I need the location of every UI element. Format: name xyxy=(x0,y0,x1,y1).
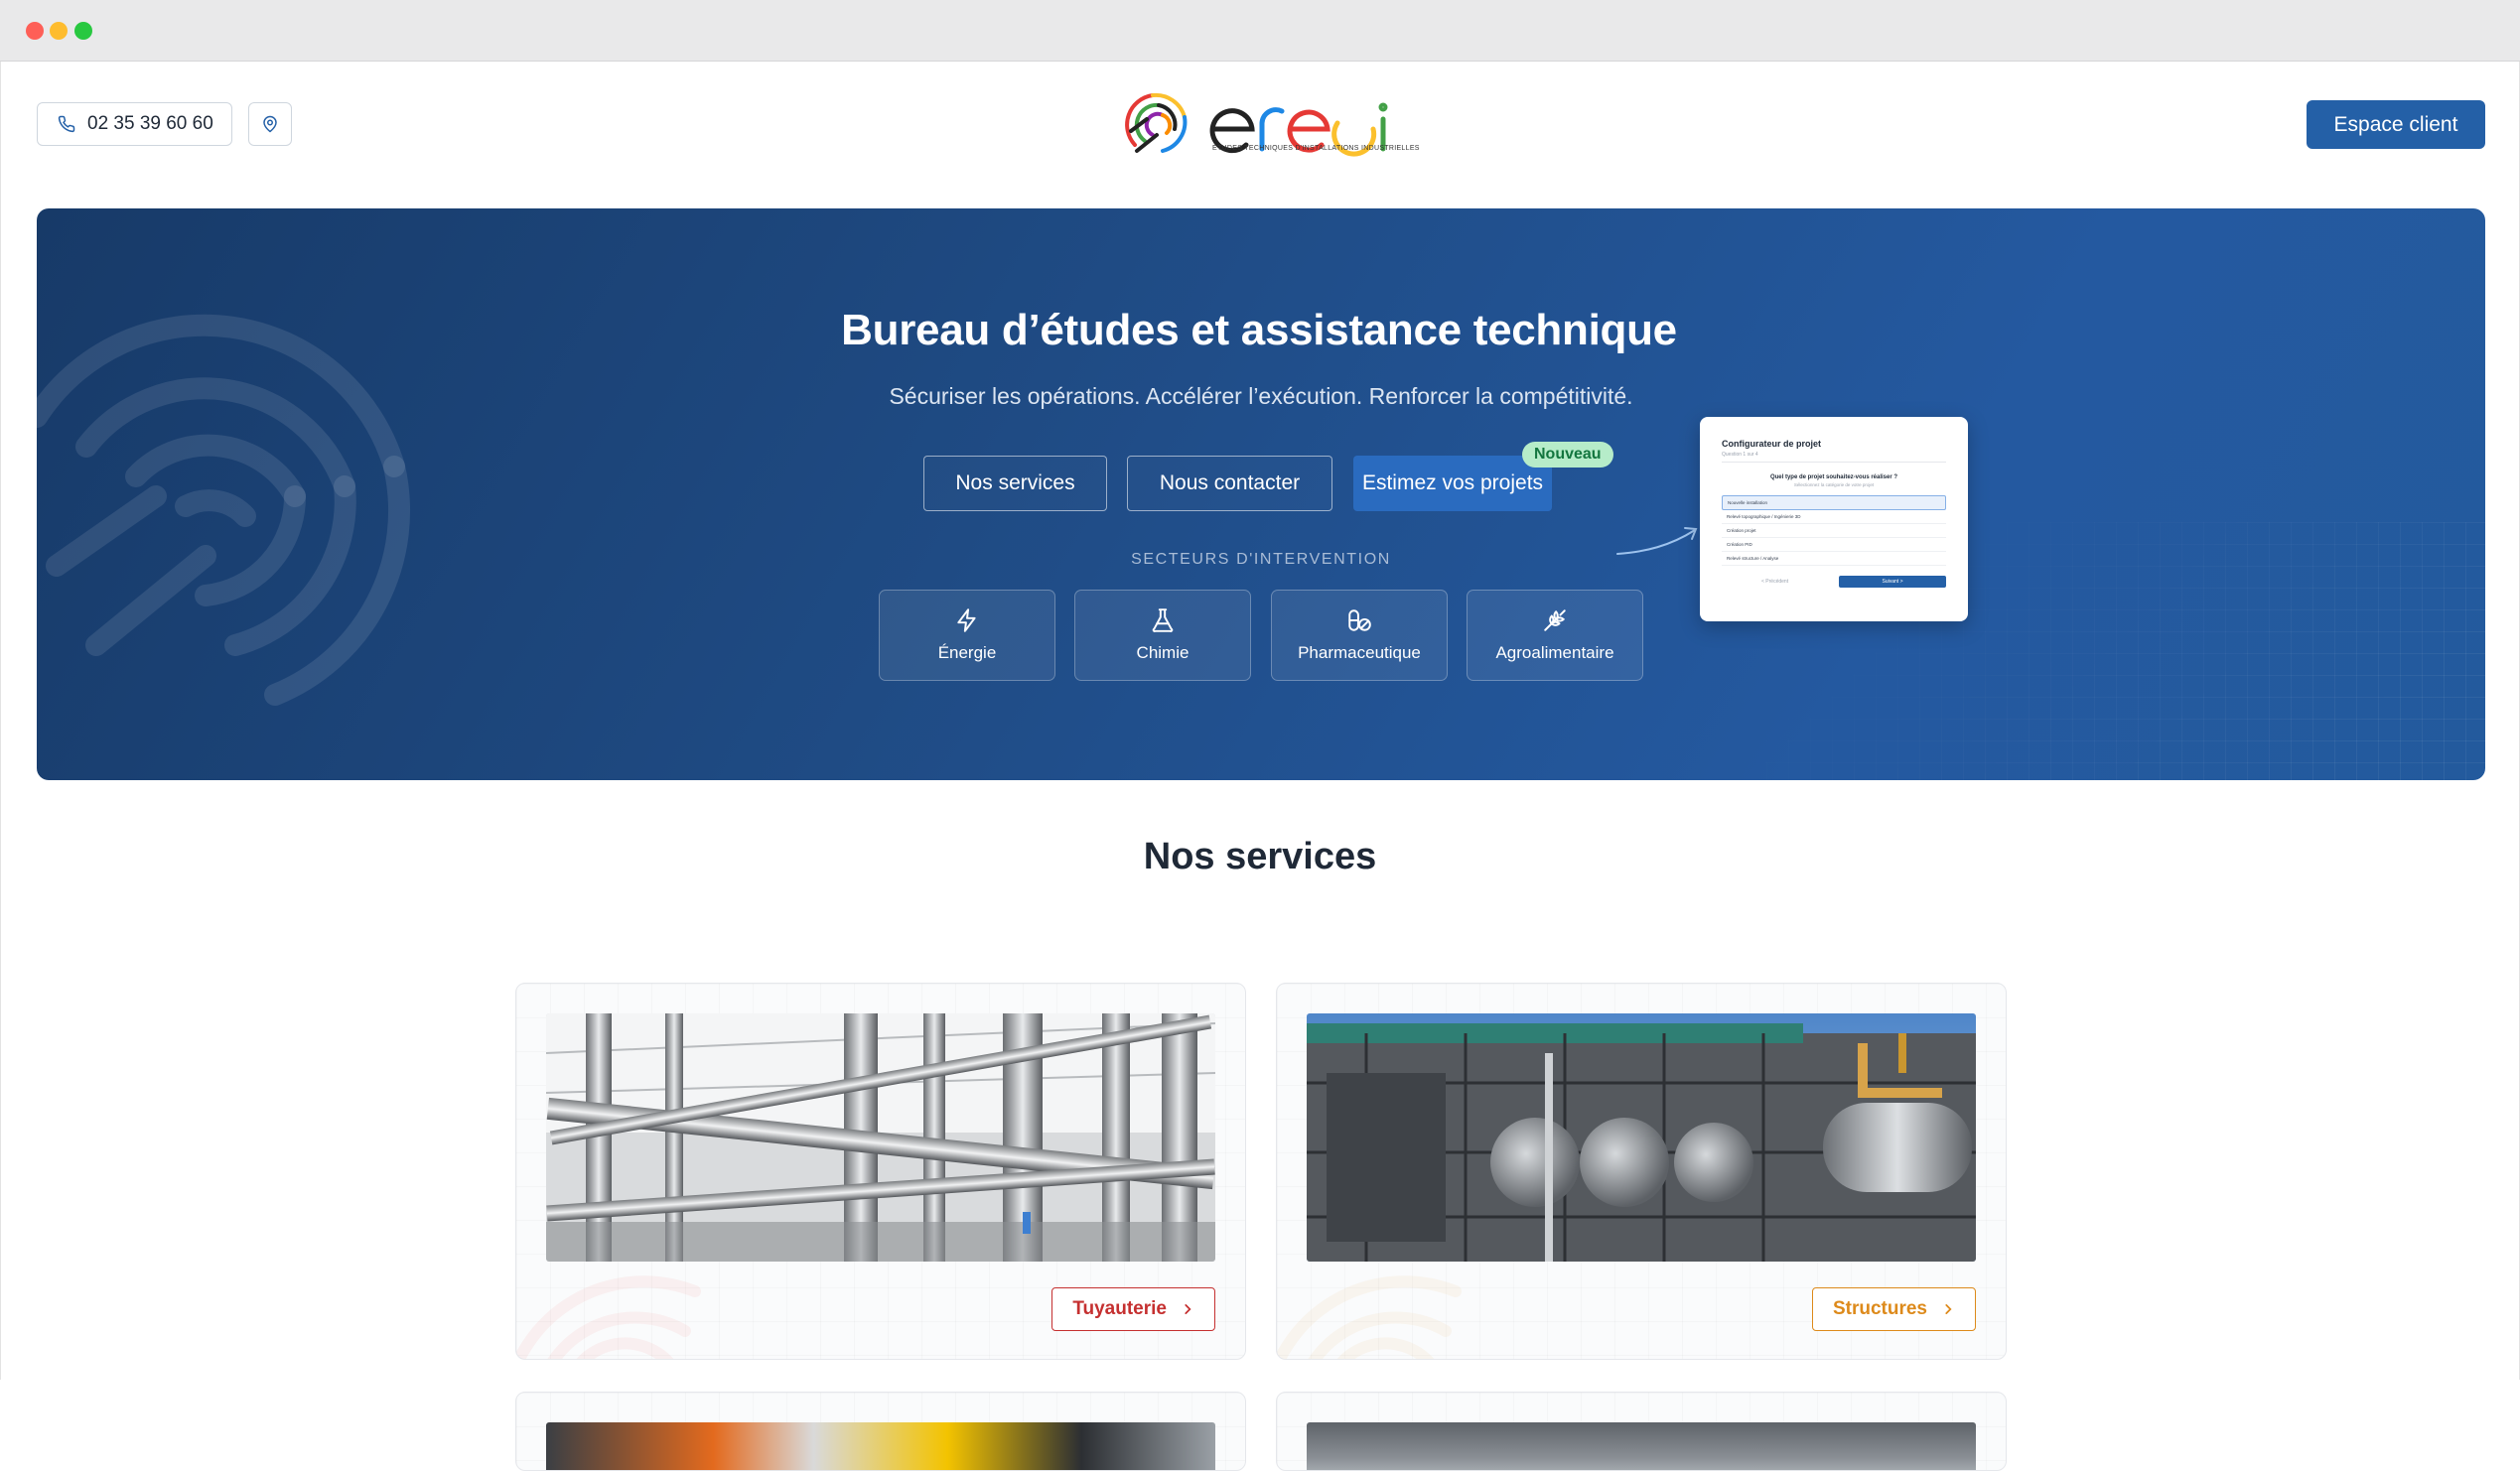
phone-number: 02 35 39 60 60 xyxy=(87,113,213,134)
chevron-right-icon xyxy=(1185,1304,1191,1314)
piping-link-label: Tuyauterie xyxy=(1072,1298,1167,1319)
sector-label: Chimie xyxy=(1136,643,1190,662)
service-card[interactable] xyxy=(1276,1392,2007,1471)
configurator-preview[interactable]: Configurateur de projet Question 1 sur 4… xyxy=(1700,417,1968,621)
our-services-button[interactable]: Nos services xyxy=(923,456,1107,511)
service-card[interactable] xyxy=(515,1392,1246,1471)
configurator-question: Quel type de projet souhaitez-vous réali… xyxy=(1769,474,1898,480)
window-titlebar xyxy=(0,0,2520,62)
configurator-title: Configurateur de projet xyxy=(1722,439,1822,449)
configurator-next[interactable]: Suivant > xyxy=(1839,576,1946,588)
service-card-piping[interactable]: Tuyauterie xyxy=(515,983,1246,1360)
maximize-window-button[interactable] xyxy=(74,22,92,40)
hero-title-text: Bureau d’études et assistance technique xyxy=(841,306,1677,354)
service-photo xyxy=(1307,1422,1976,1470)
service-card-structures[interactable]: Structures xyxy=(1276,983,2007,1360)
page: 02 35 39 60 60 ÉTUDES TECHNIQUES D'INSTA… xyxy=(0,62,2520,1471)
wheat-icon xyxy=(1544,609,1566,631)
configurator-step: Question 1 sur 4 xyxy=(1722,452,1946,463)
structures-link-button[interactable]: Structures xyxy=(1811,1287,1976,1331)
hero-banner: Bureau d’études et assistance technique … xyxy=(37,208,2485,780)
location-button[interactable] xyxy=(248,102,292,146)
sector-pharma[interactable]: Pharmaceutique xyxy=(1271,590,1448,681)
sector-label: Agroalimentaire xyxy=(1495,643,1614,662)
contact-us-button[interactable]: Nous contacter xyxy=(1127,456,1332,511)
structures-photo xyxy=(1307,1013,1976,1262)
close-window-button[interactable] xyxy=(26,22,44,40)
hero-subtitle: Sécuriser les opérations. Accélérer l’ex… xyxy=(889,383,1633,409)
sectors-label: SECTEURS D'INTERVENTION xyxy=(1131,551,1391,568)
piping-photo xyxy=(546,1013,1215,1262)
piping-link-button[interactable]: Tuyauterie xyxy=(1051,1287,1215,1331)
sector-chemistry[interactable]: Chimie xyxy=(1074,590,1251,681)
phone-button[interactable]: 02 35 39 60 60 xyxy=(37,102,232,146)
configurator-option[interactable]: Création PID xyxy=(1722,538,1946,552)
estimate-projects-button[interactable]: Estimez vos projets xyxy=(1353,456,1552,511)
configurator-option[interactable]: Nouvelle installation xyxy=(1722,495,1946,510)
configurator-previous[interactable]: < Précédent xyxy=(1722,579,1788,585)
sector-label: Pharmaceutique xyxy=(1298,643,1421,662)
structures-link-label: Structures xyxy=(1832,1298,1927,1319)
pill-icon xyxy=(1348,609,1371,631)
new-badge: Nouveau xyxy=(1522,442,1613,468)
services-section-title: Nos services xyxy=(1143,836,1377,877)
sector-energy[interactable]: Énergie xyxy=(879,590,1055,681)
sector-label: Énergie xyxy=(937,643,997,662)
configurator-option[interactable]: Création projet xyxy=(1722,524,1946,538)
phone-icon xyxy=(58,115,75,133)
map-pin-icon xyxy=(263,115,277,133)
minimize-window-button[interactable] xyxy=(50,22,68,40)
configurator-option[interactable]: Relevé topographique / Ingénierie 3D xyxy=(1722,510,1946,524)
hero-title: Bureau d’études et assistance technique xyxy=(37,306,2485,355)
company-logo[interactable] xyxy=(1123,83,1401,165)
chevron-right-icon xyxy=(1945,1304,1952,1314)
sector-agrifood[interactable]: Agroalimentaire xyxy=(1467,590,1643,681)
configurator-question-hint: Sélectionnez la catégorie de votre proje… xyxy=(1793,482,1875,487)
client-area-button[interactable]: Espace client xyxy=(2307,100,2485,149)
bolt-icon xyxy=(957,608,976,632)
logo-tagline: ÉTUDES TECHNIQUES D'INSTALLATIONS INDUST… xyxy=(1212,145,1420,152)
service-photo xyxy=(546,1422,1215,1470)
flask-icon xyxy=(1152,608,1174,632)
